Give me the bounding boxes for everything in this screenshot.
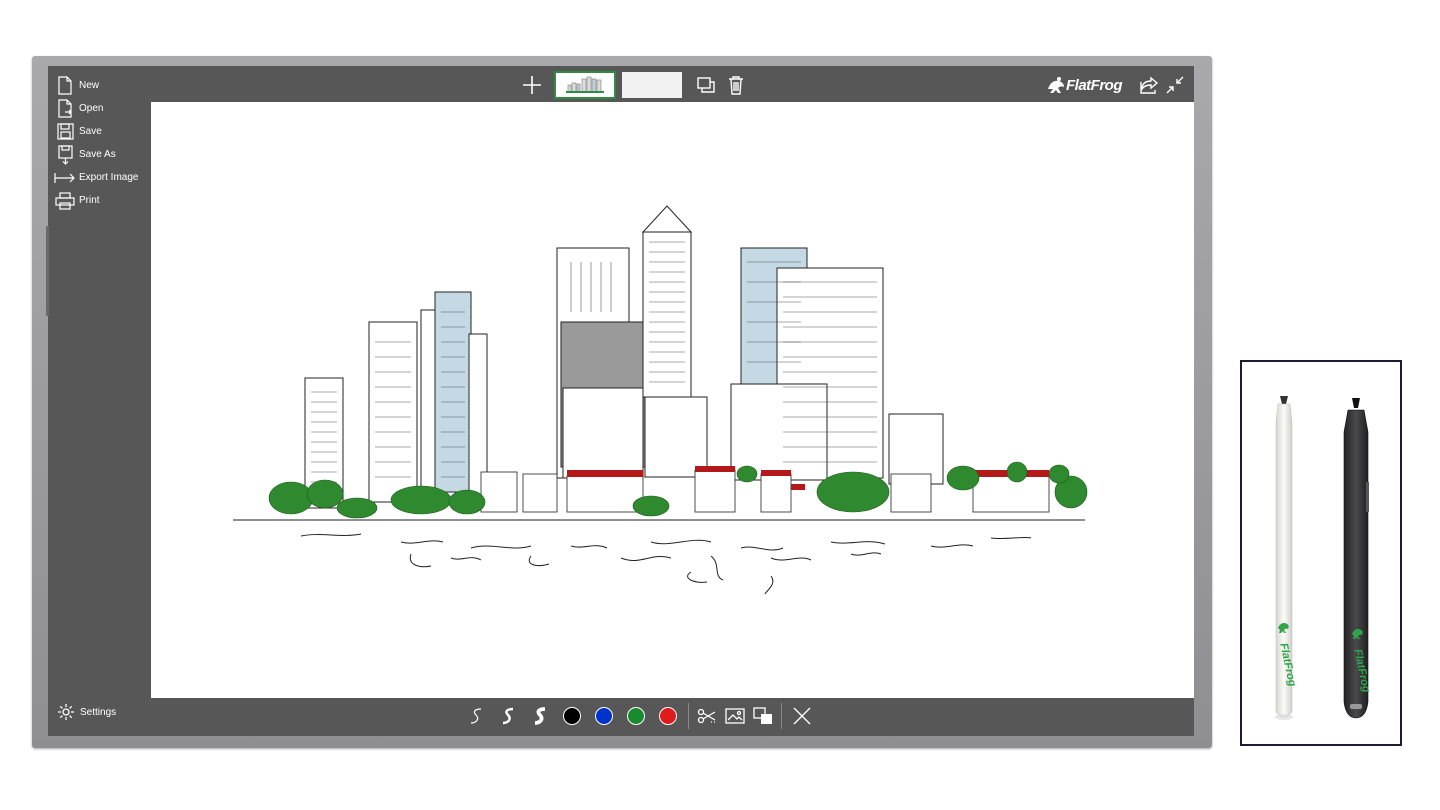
plus-icon[interactable] [518, 71, 546, 99]
color-swatch-blue[interactable] [595, 707, 613, 725]
close-icon[interactable] [786, 702, 818, 730]
menu-item-new[interactable]: New [54, 74, 150, 97]
image-icon[interactable] [721, 702, 749, 730]
color-swatch-green[interactable] [627, 707, 645, 725]
duplicate-icon[interactable] [690, 71, 722, 99]
printer-icon [54, 191, 76, 211]
drawing-canvas[interactable] [151, 102, 1194, 698]
thick-pen-icon[interactable] [524, 702, 556, 730]
menu-label: New [79, 80, 100, 91]
brand-area: FlatFrog [1044, 72, 1188, 98]
open-document-icon [54, 99, 76, 119]
menu-label: Save As [79, 149, 116, 160]
menu-label: Print [79, 195, 100, 206]
menu-item-save[interactable]: Save [54, 120, 150, 143]
toolbar-divider [688, 703, 689, 729]
drawing-toolbar [460, 702, 818, 730]
save-as-icon [54, 144, 76, 165]
minimize-arrows-icon[interactable] [1162, 72, 1188, 98]
brand-name: FlatFrog [1066, 76, 1123, 94]
brand-logo: FlatFrog [1044, 75, 1123, 95]
thin-pen-icon[interactable] [460, 702, 492, 730]
layers-icon[interactable] [749, 702, 777, 730]
page-toolbar [518, 71, 750, 99]
side-handle[interactable] [46, 226, 49, 316]
scissors-icon[interactable] [693, 702, 721, 730]
save-icon [54, 122, 76, 142]
menu-item-export-image[interactable]: Export Image [54, 166, 150, 189]
menu-item-open[interactable]: Open [54, 97, 150, 120]
page-thumbnail-blank[interactable] [622, 72, 682, 98]
stylus-pens-illustration [1275, 396, 1369, 720]
medium-pen-icon[interactable] [492, 702, 524, 730]
export-arrow-icon [54, 168, 76, 188]
menu-label: Open [79, 103, 104, 114]
new-document-icon [54, 76, 76, 96]
frog-logo-icon [1048, 77, 1064, 93]
menu-label: Export Image [79, 172, 139, 183]
city-sketch-thumbnail-icon [556, 73, 614, 97]
gear-icon [56, 702, 76, 722]
menu-item-save-as[interactable]: Save As [54, 143, 150, 166]
toolbar-divider [781, 703, 782, 729]
stylus-pens-panel: FlatFrog FlatFrog [1240, 360, 1402, 746]
file-menu: New Open Save Save As Export Image Print [54, 74, 150, 212]
display-bezel: New Open Save Save As Export Image Print… [32, 56, 1212, 748]
share-icon[interactable] [1136, 72, 1162, 98]
color-swatch-red[interactable] [659, 707, 677, 725]
color-swatch-black[interactable] [563, 707, 581, 725]
whiteboard-screen: New Open Save Save As Export Image Print… [46, 66, 1194, 736]
trash-icon[interactable] [722, 71, 750, 99]
city-skyline-sketch [233, 205, 1088, 595]
menu-item-print[interactable]: Print [54, 189, 150, 212]
settings-label: Settings [80, 706, 117, 718]
page-thumbnail-active[interactable] [554, 71, 616, 99]
menu-label: Save [79, 126, 102, 137]
settings-button[interactable]: Settings [56, 702, 116, 722]
